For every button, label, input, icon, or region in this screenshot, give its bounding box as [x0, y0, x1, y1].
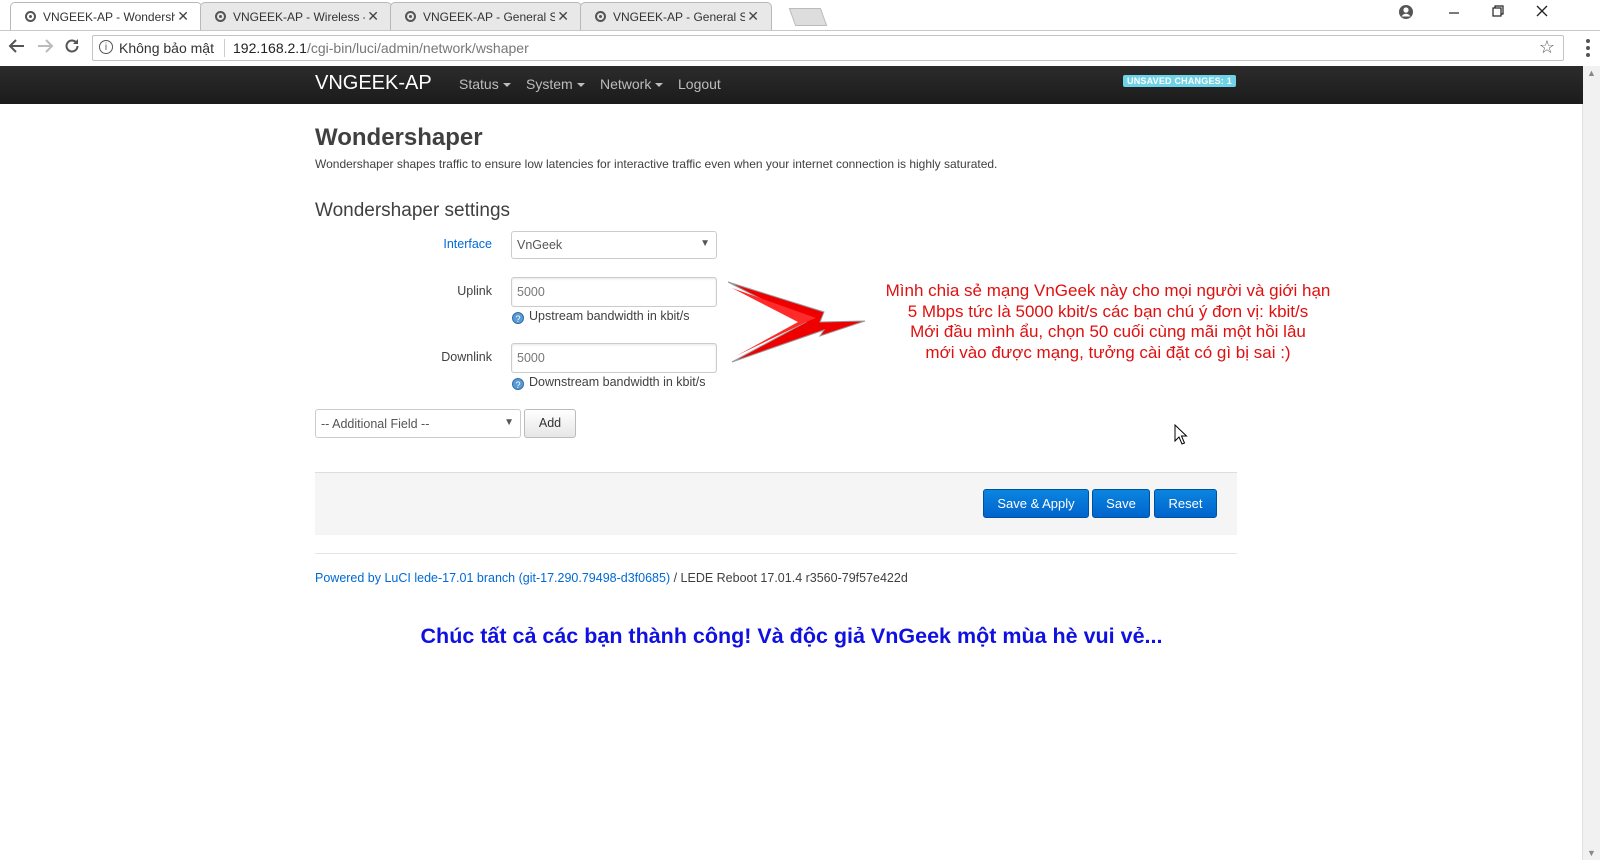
info-icon[interactable]: i — [99, 40, 113, 54]
annotation-line: Mình chia sẻ mạng VnGeek này cho mọi ngư… — [885, 281, 1331, 300]
tab-title: VNGEEK-AP - General Settings — [613, 10, 745, 24]
dropdown-arrow-icon: ▼ — [504, 417, 514, 428]
page-scrollbar[interactable]: ▲ ▼ — [1582, 66, 1600, 860]
divider — [224, 39, 225, 57]
restore-icon[interactable] — [1492, 4, 1504, 22]
menu-logout[interactable]: Logout — [678, 76, 721, 92]
menu-system[interactable]: System — [526, 76, 585, 92]
site-favicon-icon — [215, 11, 226, 22]
browser-tab-wireless[interactable]: VNGEEK-AP - Wireless - LuCI ✕ — [200, 2, 392, 30]
chevron-down-icon — [655, 83, 664, 88]
menu-network[interactable]: Network — [600, 76, 664, 92]
security-label: Không bảo mật — [119, 40, 214, 56]
address-bar[interactable]: i Không bảo mật 192.168.2.1/cgi-bin/luci… — [92, 35, 1564, 61]
chevron-down-icon — [576, 83, 585, 88]
downlink-hint-text: Downstream bandwidth in kbit/s — [529, 375, 706, 389]
mouse-cursor-icon — [1174, 424, 1188, 445]
new-tab-button[interactable] — [788, 8, 828, 26]
forward-arrow-icon[interactable] — [36, 37, 54, 60]
help-icon: ? — [512, 378, 524, 390]
url-text: 192.168.2.1/cgi-bin/luci/admin/network/w… — [233, 40, 529, 56]
site-favicon-icon — [25, 11, 36, 22]
tab-title: VNGEEK-AP - General Settings — [423, 10, 555, 24]
browser-tabstrip: VNGEEK-AP - Wondershaper ✕ VNGEEK-AP - W… — [0, 0, 1600, 31]
page-description: Wondershaper shapes traffic to ensure lo… — [315, 157, 998, 171]
annotation-line: Mới đầu mình ẩu, chọn 50 cuối cùng mãi m… — [910, 322, 1306, 341]
dropdown-arrow-icon: ▼ — [700, 238, 710, 249]
footer-version: / LEDE Reboot 17.01.4 r3560-79f57e422d — [670, 571, 908, 585]
add-field-button[interactable]: Add — [524, 409, 576, 438]
browser-toolbar: i Không bảo mật 192.168.2.1/cgi-bin/luci… — [0, 31, 1600, 65]
reset-button[interactable]: Reset — [1154, 489, 1217, 518]
browser-tab-general-settings[interactable]: VNGEEK-AP - General Settings ✕ — [390, 2, 582, 30]
tab-title: VNGEEK-AP - Wondershaper — [43, 10, 175, 24]
chevron-down-icon — [502, 83, 511, 88]
url-path: /cgi-bin/luci/admin/network/wshaper — [306, 40, 529, 56]
scroll-up-icon[interactable]: ▲ — [1587, 68, 1596, 78]
uplink-label: Uplink — [457, 284, 492, 298]
uplink-input[interactable]: 5000 — [511, 277, 717, 307]
menu-status-label: Status — [459, 76, 499, 92]
interface-select[interactable]: VnGeek ▼ — [511, 231, 717, 259]
annotation-text: Mình chia sẻ mạng VnGeek này cho mọi ngư… — [858, 281, 1358, 363]
save-button[interactable]: Save — [1092, 489, 1150, 518]
close-window-icon[interactable] — [1536, 4, 1548, 22]
scroll-down-icon[interactable]: ▼ — [1587, 848, 1596, 858]
additional-field-select[interactable]: -- Additional Field -- ▼ — [315, 409, 521, 438]
close-tab-icon[interactable]: ✕ — [747, 8, 759, 25]
divider — [315, 553, 1237, 554]
footer: Powered by LuCI lede-17.01 branch (git-1… — [315, 571, 908, 585]
close-tab-icon[interactable]: ✕ — [557, 8, 569, 25]
downlink-hint: ? Downstream bandwidth in kbit/s — [512, 375, 705, 390]
menu-network-label: Network — [600, 76, 652, 92]
downlink-value: 5000 — [517, 351, 545, 365]
uplink-value: 5000 — [517, 285, 545, 299]
url-host: 192.168.2.1 — [233, 40, 307, 56]
interface-value: VnGeek — [517, 238, 563, 252]
menu-status[interactable]: Status — [459, 76, 511, 92]
help-icon: ? — [512, 312, 524, 324]
save-apply-button[interactable]: Save & Apply — [983, 489, 1089, 518]
bookmark-star-icon[interactable]: ☆ — [1539, 37, 1555, 58]
back-arrow-icon[interactable] — [8, 37, 26, 60]
section-title: Wondershaper settings — [315, 200, 511, 221]
annotation-line: 5 Mbps tức là 5000 kbit/s các bạn chú ý … — [907, 301, 1309, 321]
tab-title: VNGEEK-AP - Wireless - LuCI — [233, 10, 365, 24]
brand-logo[interactable]: VNGEEK-AP — [315, 72, 432, 95]
red-arrow-icon — [727, 281, 866, 363]
close-tab-icon[interactable]: ✕ — [177, 8, 189, 25]
uplink-hint-text: Upstream bandwidth in kbit/s — [529, 309, 690, 323]
close-tab-icon[interactable]: ✕ — [367, 8, 379, 25]
unsaved-changes-badge[interactable]: UNSAVED CHANGES: 1 — [1123, 75, 1236, 87]
downlink-label: Downlink — [441, 350, 492, 364]
browser-menu-icon[interactable] — [1586, 39, 1590, 60]
interface-label[interactable]: Interface — [392, 237, 492, 251]
page-title: Wondershaper — [315, 124, 483, 151]
site-favicon-icon — [405, 11, 416, 22]
luci-navbar: VNGEEK-AP Status System Network Logout U… — [0, 66, 1583, 104]
minimize-icon[interactable] — [1448, 4, 1460, 22]
luci-link[interactable]: Powered by LuCI lede-17.01 branch (git-1… — [315, 571, 670, 585]
annotation-line: mới vào được mạng, tưởng cài đặt có gì b… — [925, 342, 1291, 362]
profile-icon[interactable] — [1398, 4, 1414, 25]
browser-tab-general-settings-2[interactable]: VNGEEK-AP - General Settings ✕ — [580, 2, 772, 30]
menu-system-label: System — [526, 76, 573, 92]
additional-field-value: -- Additional Field -- — [321, 417, 430, 431]
reload-icon[interactable] — [63, 37, 81, 60]
uplink-hint: ? Upstream bandwidth in kbit/s — [512, 309, 690, 324]
downlink-input[interactable]: 5000 — [511, 343, 717, 373]
site-favicon-icon — [595, 11, 606, 22]
browser-tab-wondershaper[interactable]: VNGEEK-AP - Wondershaper ✕ — [10, 2, 202, 30]
closing-message: Chúc tất cả các bạn thành công! Và độc g… — [420, 624, 1163, 648]
